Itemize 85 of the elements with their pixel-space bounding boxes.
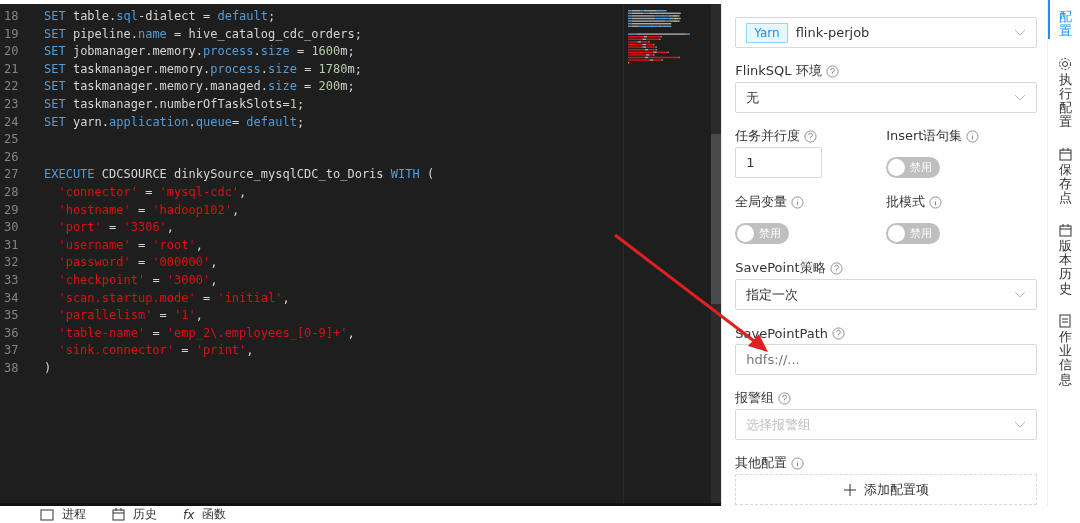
field-label: 批模式 [886,193,926,211]
code-line: 'parallelism' = '1', [57,307,203,325]
field-label: FlinkSQL 环境 [735,62,822,80]
code-line: SET taskmanager.memory.managed.size = 200m; [44,78,355,96]
code-line: EXECUTE CDCSOURCE dinkySource_mysqlCDC_to_Doris WITH ( [44,166,435,184]
side-tab[interactable]: 版本历史 [1048,223,1080,296]
code-line: 'sink.connector' = 'print', [57,342,254,360]
line-number: 31 [3,236,20,254]
code-line: SET pipeline.name = hive_catalog_cdc_orders; [44,25,362,43]
side-tab[interactable]: 执行配置 [1048,56,1080,130]
bottom-tab[interactable]: 历史 [112,506,157,523]
scrollbar-thumb[interactable] [711,134,722,304]
code-line: SET taskmanager.numberOfTaskSlots=1; [44,95,305,113]
help-icon[interactable] [804,129,818,143]
info-icon[interactable] [791,456,805,470]
line-number: 37 [3,342,20,360]
field-label: SavePoint策略 [735,259,826,277]
code-line: ) [44,359,52,377]
info-icon[interactable] [929,195,943,209]
line-number: 29 [3,201,20,219]
line-number: 38 [3,359,20,377]
field-label: 报警组 [735,389,775,407]
line-number: 32 [3,254,20,272]
line-number: 22 [3,78,20,96]
code-line: 'username' = 'root', [57,236,203,254]
line-number: 20 [3,43,20,61]
select-field[interactable]: Yarn flink-perjob [735,17,1038,48]
chevron-down-icon [1014,290,1027,299]
select-field[interactable]: 指定一次 [735,279,1038,310]
calendar-icon [1058,223,1072,237]
code-line: 'connector' = 'mysql-cdc', [57,183,247,201]
code-line: SET taskmanager.memory.process.size = 1780m; [44,60,362,78]
field-label: 其他配置 [735,454,788,472]
bottom-tab[interactable]: 进程 [40,506,86,523]
code-line: SET jobmanager.memory.process.size = 1600m; [44,43,355,61]
field-label: 任务并行度 [735,127,801,145]
code-line: 'port' = '3306', [57,219,175,237]
line-number: 33 [3,271,20,289]
line-number: 27 [3,166,20,184]
chevron-down-icon [1014,420,1027,429]
minimap-drawing [628,10,691,65]
terminal-icon [40,508,54,521]
help-icon[interactable] [832,326,846,340]
chevron-down-icon [1014,28,1027,37]
line-number: 28 [3,183,20,201]
side-tab[interactable]: 保存点 [1048,147,1080,206]
line-number: 23 [3,95,20,113]
field-label: Insert语句集 [886,127,963,145]
info-icon[interactable] [791,195,805,209]
plus-icon [843,483,856,496]
select-field[interactable]: 无 [735,82,1038,113]
help-icon[interactable] [778,391,792,405]
help-icon[interactable] [829,261,843,275]
chevron-down-icon [1014,93,1027,102]
info-icon[interactable] [966,129,980,143]
line-number: 26 [3,148,20,166]
code-line: 'password' = '000000', [57,254,218,272]
line-number: 25 [3,131,20,149]
field-label: 全局变量 [735,193,788,211]
line-number: 18 [3,8,20,25]
help-icon[interactable] [825,64,839,78]
calendar-icon [112,508,125,521]
bottom-tab[interactable]: fx 函数 [183,506,227,523]
input-field[interactable]: 1 [735,147,823,178]
document-icon [1059,313,1071,328]
side-tab[interactable]: 作业信息 [1048,313,1080,388]
line-number: 19 [3,25,20,43]
code-line: 'scan.startup.mode' = 'initial', [57,289,290,307]
cluster-type-tag: Yarn [746,22,788,43]
line-number: 36 [3,324,20,342]
line-number: 21 [3,60,20,78]
code-line: SET table.sql-dialect = default; [44,8,276,25]
function-icon: fx [183,507,195,522]
add-config-button[interactable]: 添加配置项 [735,474,1038,505]
gear-icon [1058,56,1072,71]
code-line: 'checkpoint' = '3000', [57,271,218,289]
code-line: 'hostname' = 'hadoop102', [57,201,240,219]
code-line: 'table-name' = 'emp_2\.employees_[0-9]+', [57,324,355,342]
calendar-icon [1058,147,1072,161]
line-number: 24 [3,113,20,131]
code-line: SET yarn.application.queue= default; [44,113,305,131]
line-number: 30 [3,219,20,237]
input-field[interactable]: hdfs://... [735,344,1038,375]
line-number: 34 [3,289,20,307]
line-number: 35 [3,307,20,325]
